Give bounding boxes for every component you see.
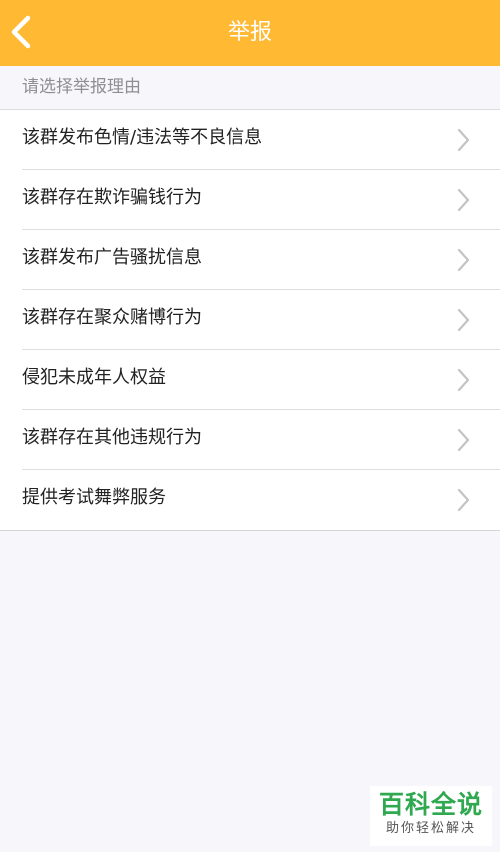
reason-label: 侵犯未成年人权益 — [22, 367, 166, 388]
reason-label: 该群发布色情/违法等不良信息 — [22, 127, 263, 148]
chevron-right-icon — [457, 428, 470, 452]
page-title: 举报 — [227, 20, 272, 45]
reason-item-exam-cheating[interactable]: 提供考试舞弊服务 — [0, 470, 500, 530]
reason-item-gambling[interactable]: 该群存在聚众赌博行为 — [0, 290, 500, 350]
reason-item-other-violation[interactable]: 该群存在其他违规行为 — [0, 410, 500, 470]
reason-item-spam-ads[interactable]: 该群发布广告骚扰信息 — [0, 230, 500, 290]
reason-label: 该群发布广告骚扰信息 — [22, 247, 202, 268]
reason-label: 提供考试舞弊服务 — [22, 487, 166, 508]
watermark-subtitle: 助你轻松解决 — [385, 821, 476, 836]
section-header: 请选择举报理由 — [0, 66, 500, 110]
nav-bar: 举报 — [0, 0, 500, 66]
chevron-right-icon — [457, 368, 470, 392]
reason-item-illegal-content[interactable]: 该群发布色情/违法等不良信息 — [0, 110, 500, 170]
reason-item-minor-rights[interactable]: 侵犯未成年人权益 — [0, 350, 500, 410]
section-header-label: 请选择举报理由 — [22, 77, 141, 97]
reason-label: 该群存在聚众赌博行为 — [22, 307, 202, 328]
watermark: 百科全说 助你轻松解决 — [370, 786, 492, 846]
reason-list: 该群发布色情/违法等不良信息 该群存在欺诈骗钱行为 该群发布广告骚扰信息 该群存… — [0, 110, 500, 531]
chevron-right-icon — [457, 128, 470, 152]
reason-item-fraud[interactable]: 该群存在欺诈骗钱行为 — [0, 170, 500, 230]
reason-label: 该群存在欺诈骗钱行为 — [22, 187, 202, 208]
chevron-right-icon — [457, 488, 470, 512]
chevron-right-icon — [457, 188, 470, 212]
watermark-title: 百科全说 — [378, 790, 483, 819]
reason-label: 该群存在其他违规行为 — [22, 427, 202, 448]
chevron-right-icon — [457, 308, 470, 332]
chevron-right-icon — [457, 248, 470, 272]
back-button[interactable] — [0, 0, 60, 66]
chevron-left-icon — [11, 15, 31, 49]
